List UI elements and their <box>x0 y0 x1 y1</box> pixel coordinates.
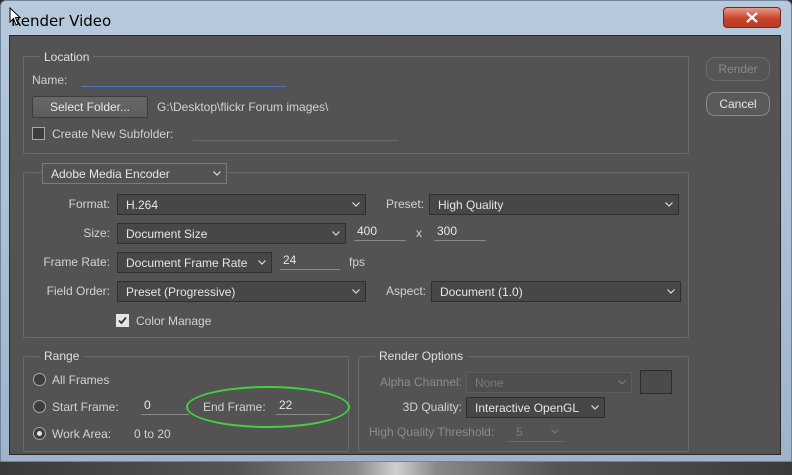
format-select[interactable]: H.264 <box>117 194 366 215</box>
preset-select[interactable]: High Quality <box>429 194 679 215</box>
window-title: Render Video <box>11 12 112 30</box>
fps-input[interactable]: 24 <box>280 253 340 270</box>
size-x-separator: x <box>416 226 422 240</box>
highlight-ellipse-annotation <box>186 386 350 428</box>
hq-threshold-label: High Quality Threshold: <box>369 425 495 439</box>
color-manage-label: Color Manage <box>136 314 212 328</box>
quality-3d-select-value: Interactive OpenGL <box>475 400 580 415</box>
chevron-down-icon <box>332 230 340 236</box>
all-frames-label: All Frames <box>52 373 110 387</box>
chevron-down-icon <box>551 428 559 434</box>
alpha-channel-select-value: None <box>475 375 504 390</box>
field-order-select[interactable]: Preset (Progressive) <box>117 281 366 302</box>
hq-threshold-select[interactable]: 5 <box>508 422 564 442</box>
field-order-select-value: Preset (Progressive) <box>126 284 236 299</box>
chevron-down-icon <box>665 201 673 207</box>
encoder-select-value: Adobe Media Encoder <box>51 166 170 181</box>
location-group-label: Location <box>40 50 94 64</box>
alpha-color-swatch[interactable] <box>640 370 672 394</box>
alpha-channel-label: Alpha Channel: <box>379 375 462 389</box>
encoder-select[interactable]: Adobe Media Encoder <box>42 163 227 184</box>
range-group-label: Range <box>40 349 84 363</box>
name-label: Name: <box>32 73 68 87</box>
aspect-select[interactable]: Document (1.0) <box>431 281 681 302</box>
all-frames-radio[interactable] <box>33 373 46 386</box>
frame-rate-select-value: Document Frame Rate <box>126 255 248 270</box>
frame-rate-select[interactable]: Document Frame Rate <box>117 252 272 273</box>
close-button[interactable] <box>723 7 781 28</box>
start-frame-label: Start Frame: <box>52 400 119 414</box>
hq-threshold-select-value: 5 <box>516 424 523 439</box>
preset-select-value: High Quality <box>438 197 504 212</box>
mouse-cursor-icon <box>9 7 22 26</box>
quality-3d-select[interactable]: Interactive OpenGL <box>466 397 605 418</box>
width-input[interactable]: 400 <box>354 224 406 241</box>
size-select-value: Document Size <box>126 226 208 241</box>
height-input[interactable]: 300 <box>434 224 486 241</box>
close-icon <box>746 12 758 23</box>
select-folder-button[interactable]: Select Folder... <box>32 96 148 118</box>
frame-rate-label: Frame Rate: <box>43 255 110 269</box>
size-select[interactable]: Document Size <box>117 223 346 244</box>
alpha-channel-select[interactable]: None <box>466 372 632 393</box>
start-frame-radio[interactable] <box>33 400 46 413</box>
format-select-value: H.264 <box>126 197 159 212</box>
start-frame-input[interactable]: 0 <box>141 398 189 415</box>
aspect-select-value: Document (1.0) <box>440 284 523 299</box>
format-label: Format: <box>68 197 110 211</box>
chevron-down-icon <box>667 288 675 294</box>
work-area-value: 0 to 20 <box>134 427 171 441</box>
folder-path: G:\Desktop\flickr Forum images\ <box>157 100 329 114</box>
name-input[interactable] <box>81 70 286 87</box>
size-label: Size: <box>83 226 110 240</box>
chevron-down-icon <box>618 379 626 385</box>
subfolder-input[interactable] <box>193 124 398 141</box>
preset-label: Preset: <box>385 197 424 211</box>
chevron-down-icon <box>258 259 266 265</box>
chevron-down-icon <box>352 201 360 207</box>
cancel-button[interactable]: Cancel <box>706 92 770 116</box>
chevron-down-icon <box>591 404 599 410</box>
quality-3d-label: 3D Quality: <box>402 400 462 414</box>
field-order-label: Field Order: <box>46 284 110 298</box>
chevron-down-icon <box>352 288 360 294</box>
dialog-client-area: Location Name: Select Folder... G:\Deskt… <box>9 35 781 455</box>
fps-label: fps <box>349 255 366 269</box>
aspect-label: Aspect: <box>385 284 426 298</box>
work-area-radio[interactable] <box>33 427 46 440</box>
color-manage-checkbox[interactable] <box>116 314 129 327</box>
work-area-label: Work Area: <box>52 427 112 441</box>
checkmark-icon <box>118 316 127 325</box>
render-options-group-label: Render Options <box>375 349 468 363</box>
render-button[interactable]: Render <box>706 57 770 81</box>
create-subfolder-checkbox[interactable] <box>32 127 45 140</box>
create-subfolder-label: Create New Subfolder: <box>52 127 174 141</box>
chevron-down-icon <box>213 170 221 176</box>
